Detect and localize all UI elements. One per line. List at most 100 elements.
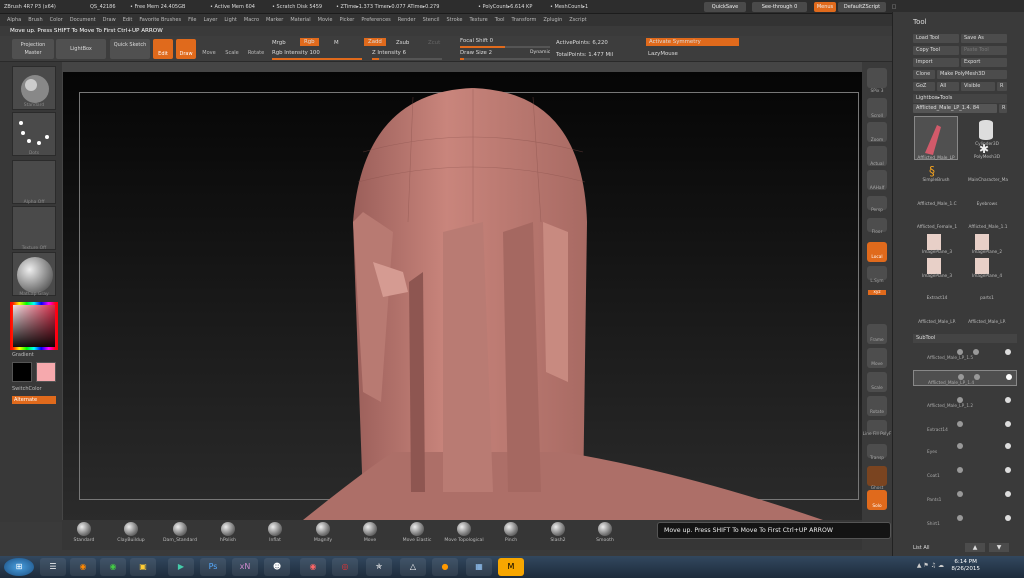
zcut-button[interactable]: Zcut [428,40,440,46]
chrome-icon[interactable]: ◉ [100,558,126,576]
rotate-button[interactable]: Rotate [245,50,267,56]
focal-shift-bar[interactable] [460,46,550,48]
edit-button[interactable]: Edit [153,39,173,59]
folder-icon[interactable]: ▣ [130,558,156,576]
tray-icons[interactable]: ▲ ⚑ ♫ ☁ [917,562,944,569]
r-button[interactable]: R [997,82,1007,91]
imageplane-icon[interactable] [927,258,941,274]
load-tool-button[interactable]: Load Tool [913,34,959,43]
subtool-toggle-icon[interactable] [957,421,963,427]
secondary-color-swatch[interactable] [36,362,56,382]
menu-alpha[interactable]: Alpha [7,14,21,26]
unity-icon[interactable]: △ [400,558,426,576]
simplebrush-icon[interactable]: § [929,164,935,178]
menus-button[interactable]: Menus [814,2,836,12]
lightbox-button[interactable]: LightBox [56,39,106,59]
brush-dam-standard[interactable]: Dam_Standard [160,522,200,543]
subtool-row[interactable]: Coat1 [913,464,1017,480]
scale-button[interactable]: Scale [222,50,242,56]
default-zscript-button[interactable]: DefaultZScript [838,2,886,12]
imageplane-icon[interactable] [975,258,989,274]
subtool-toggle-icon[interactable] [957,467,963,473]
brush-move[interactable]: Move [350,522,390,543]
mrgb-button[interactable]: Mrgb [272,40,286,46]
target-app-icon[interactable]: ◎ [332,558,358,576]
xnview-icon[interactable]: xN [232,558,258,576]
blender-icon[interactable]: ● [432,558,458,576]
alternate-button[interactable]: Alternate [12,396,56,404]
spix-icon[interactable] [867,68,887,88]
visibility-eye-icon[interactable] [1006,374,1012,380]
z-intensity-slider[interactable]: Z Intensity 6 [372,50,406,56]
see-through-slider[interactable]: See-through 0 [752,2,807,12]
lightbox-tools-button[interactable]: Lightbox▸Tools [913,94,1007,103]
menu-edit[interactable]: Edit [123,14,133,26]
brush-claybuildup[interactable]: ClayBuildup [111,522,151,543]
subtool-toggle-icon[interactable] [974,374,980,380]
move-down-arrow-icon[interactable]: ▼ [989,543,1009,552]
draw-button[interactable]: Draw [176,39,196,59]
visibility-eye-icon[interactable] [1005,349,1011,355]
draw-size-slider[interactable]: Draw Size 2 [460,50,492,56]
m-button[interactable]: M [334,40,339,46]
brush-move-topological[interactable]: Move Topological [444,522,484,543]
brush-standard[interactable]: Standard [64,522,104,543]
menu-movie[interactable]: Movie [318,14,333,26]
subtool-toggle-icon[interactable] [957,397,963,403]
subtool-row[interactable]: Pants1 [913,488,1017,504]
primary-color-swatch[interactable] [12,362,32,382]
menu-render[interactable]: Render [398,14,416,26]
start-button-icon[interactable]: ⊞ [4,558,34,576]
subtool-toggle-icon[interactable] [957,349,963,355]
brush-slash2[interactable]: Slash2 [538,522,578,543]
stroke-dots-thumb[interactable] [12,112,56,156]
menu-zscript[interactable]: Zscript [569,14,586,26]
menu-file[interactable]: File [188,14,196,26]
gradient-label[interactable]: Gradient [12,352,34,358]
draw-size-bar[interactable] [460,58,550,60]
menu-brush[interactable]: Brush [28,14,42,26]
shield-app-icon[interactable]: ◉ [300,558,326,576]
lsym-icon[interactable] [867,266,887,280]
material-thumb[interactable] [12,252,56,296]
ghost-icon[interactable] [867,466,887,486]
subtool-toggle-icon[interactable] [973,349,979,355]
subtool-toggle-icon[interactable] [957,443,963,449]
subtool-header[interactable]: SubTool [913,334,1017,343]
clone-button[interactable]: Clone [913,70,935,79]
menu-macro[interactable]: Macro [244,14,259,26]
current-tool-thumb[interactable] [914,116,958,160]
menu-material[interactable]: Material [290,14,310,26]
imageplane-icon[interactable] [975,234,989,250]
menu-color[interactable]: Color [50,14,63,26]
window-controls-icon[interactable]: □ [890,2,898,12]
menu-stroke[interactable]: Stroke [447,14,463,26]
goz-button[interactable]: GoZ [913,82,935,91]
subtool-row-selected[interactable]: Afflicted_Male_LP_1.4 [913,370,1017,386]
dynamic-button[interactable]: Dynamic [530,50,550,55]
subtool-toggle-icon[interactable] [957,491,963,497]
list-all-button[interactable]: List All [913,544,953,553]
photoshop-icon[interactable]: Ps [200,558,226,576]
menu-preferences[interactable]: Preferences [361,14,390,26]
menu-texture[interactable]: Texture [469,14,487,26]
m-app-icon[interactable]: M [498,558,524,576]
polymesh-star-icon[interactable]: ✱ [979,142,989,156]
visibility-eye-icon[interactable] [1005,421,1011,427]
current-tool-r-button[interactable]: R [999,104,1007,113]
menu-marker[interactable]: Marker [266,14,283,26]
visibility-eye-icon[interactable] [1005,397,1011,403]
import-button[interactable]: Import [913,58,959,67]
firefox-icon[interactable]: ◉ [70,558,96,576]
brush-magnify[interactable]: Magnify [303,522,343,543]
move-button[interactable]: Move [199,50,219,56]
rgb-intensity-slider[interactable]: Rgb Intensity 100 [272,50,320,56]
rgb-button[interactable]: Rgb [300,38,319,46]
make-polymesh3d-button[interactable]: Make PolyMesh3D [937,70,1007,79]
texture-thumb[interactable] [12,206,56,250]
move-up-arrow-icon[interactable]: ▲ [965,543,985,552]
brush-pinch[interactable]: Pinch [491,522,531,543]
current-tool-slider[interactable]: Afflicted_Male_LP_1.4. 84 [913,104,997,113]
system-clock[interactable]: 6:14 PM 8/26/2015 [951,559,980,573]
quicksave-button[interactable]: QuickSave [704,2,746,12]
